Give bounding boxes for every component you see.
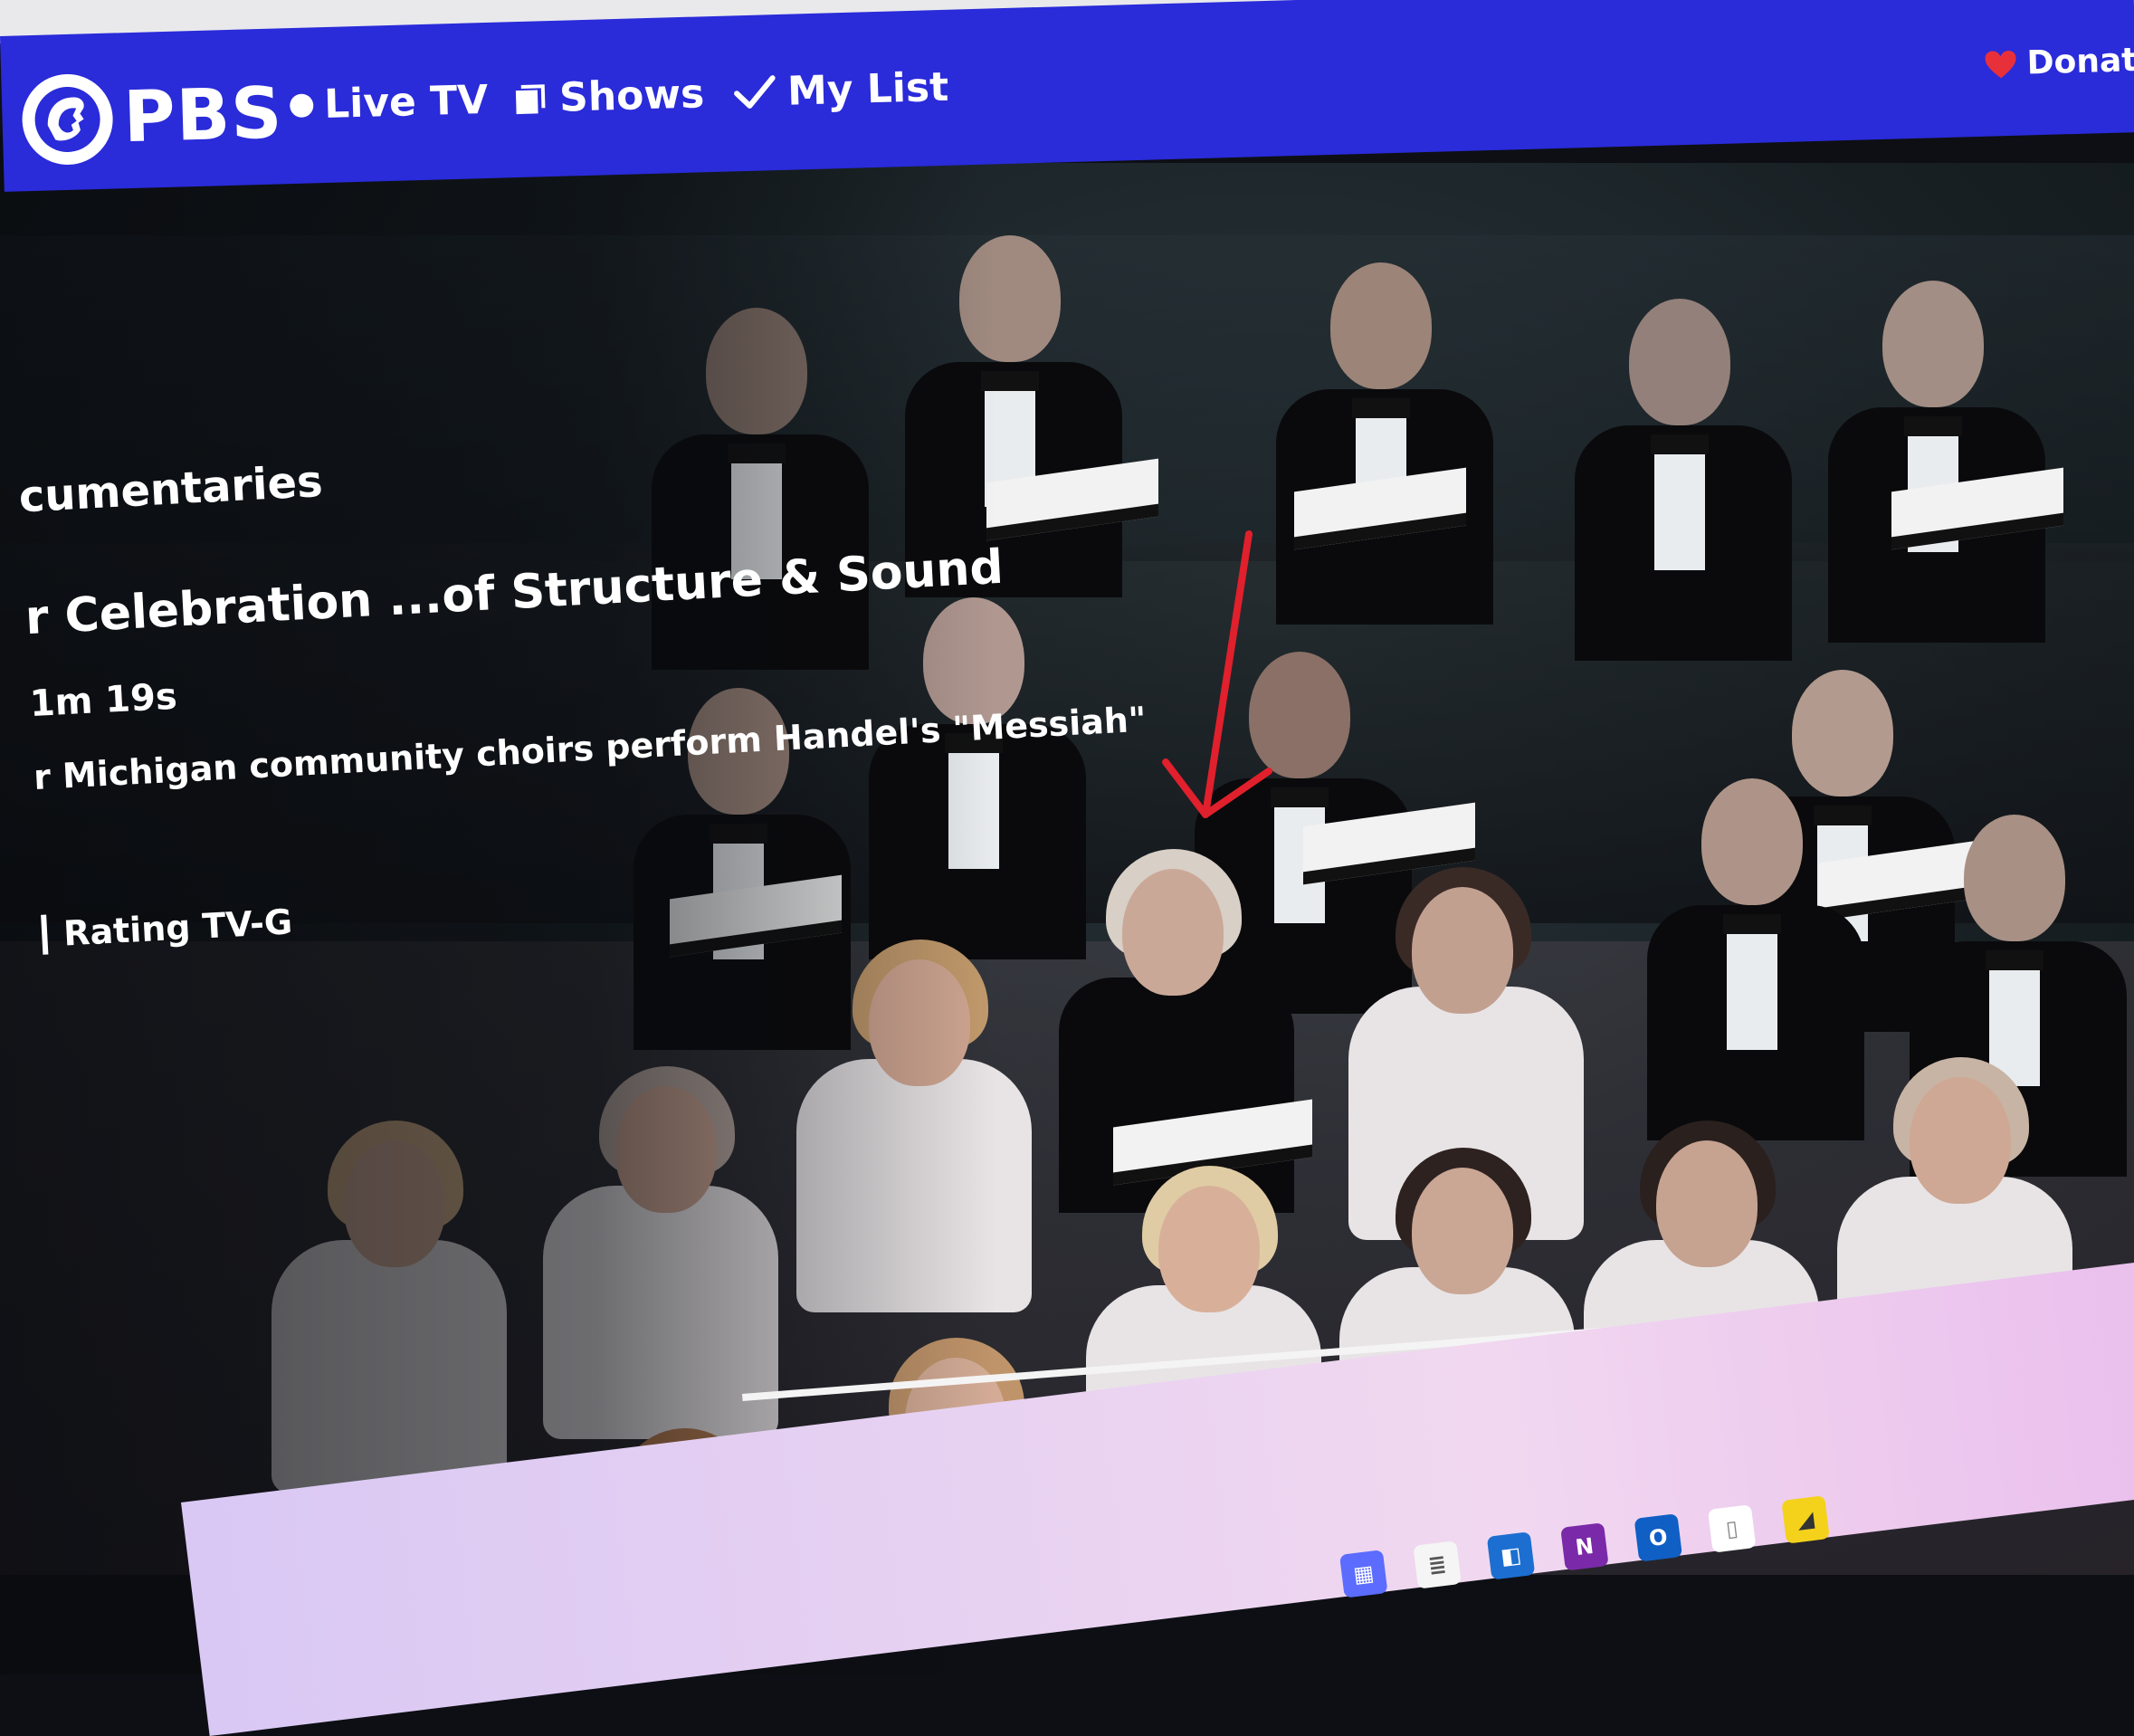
- pbs-head-icon: [21, 72, 114, 167]
- logo-text: PBS: [122, 72, 284, 159]
- live-dot-icon: [289, 92, 314, 118]
- pbs-logo[interactable]: PBS: [21, 68, 284, 167]
- video-description: r Michigan community choirs perform Hand…: [33, 699, 1148, 797]
- outlook-icon[interactable]: O: [1634, 1513, 1683, 1562]
- my-list-label: My List: [786, 63, 949, 115]
- nav-live-tv[interactable]: Live TV: [289, 76, 489, 129]
- apps-grid-icon[interactable]: ▦: [1339, 1550, 1388, 1598]
- checkmark-icon: [734, 74, 776, 109]
- rating-divider: [41, 914, 49, 955]
- donate-button[interactable]: Donate: [1983, 41, 2134, 82]
- rating-label: Rating TV-G: [62, 901, 294, 954]
- video-duration: 1m 19s: [28, 675, 178, 726]
- nav-shows[interactable]: Shows: [511, 71, 705, 122]
- rating-row: Rating TV-G: [41, 901, 294, 955]
- shows-icon: [515, 83, 546, 114]
- shows-label: Shows: [558, 71, 705, 121]
- live-tv-label: Live TV: [323, 76, 489, 129]
- nav-my-list[interactable]: My List: [732, 63, 949, 117]
- sticky-notes-icon[interactable]: ◢: [1781, 1495, 1830, 1544]
- onenote-icon[interactable]: N: [1560, 1522, 1609, 1571]
- donate-label: Donate: [2026, 41, 2134, 82]
- category-label[interactable]: cumentaries: [17, 456, 323, 523]
- video-title: r Celebration ...of Structure & Sound: [24, 539, 1005, 646]
- red-arrow-annotation: [1162, 530, 1272, 818]
- notes-icon[interactable]: ≣: [1413, 1540, 1462, 1589]
- file-icon[interactable]: ▯: [1707, 1504, 1757, 1553]
- heart-icon: [1985, 50, 2016, 78]
- news-icon[interactable]: ◧: [1486, 1531, 1536, 1580]
